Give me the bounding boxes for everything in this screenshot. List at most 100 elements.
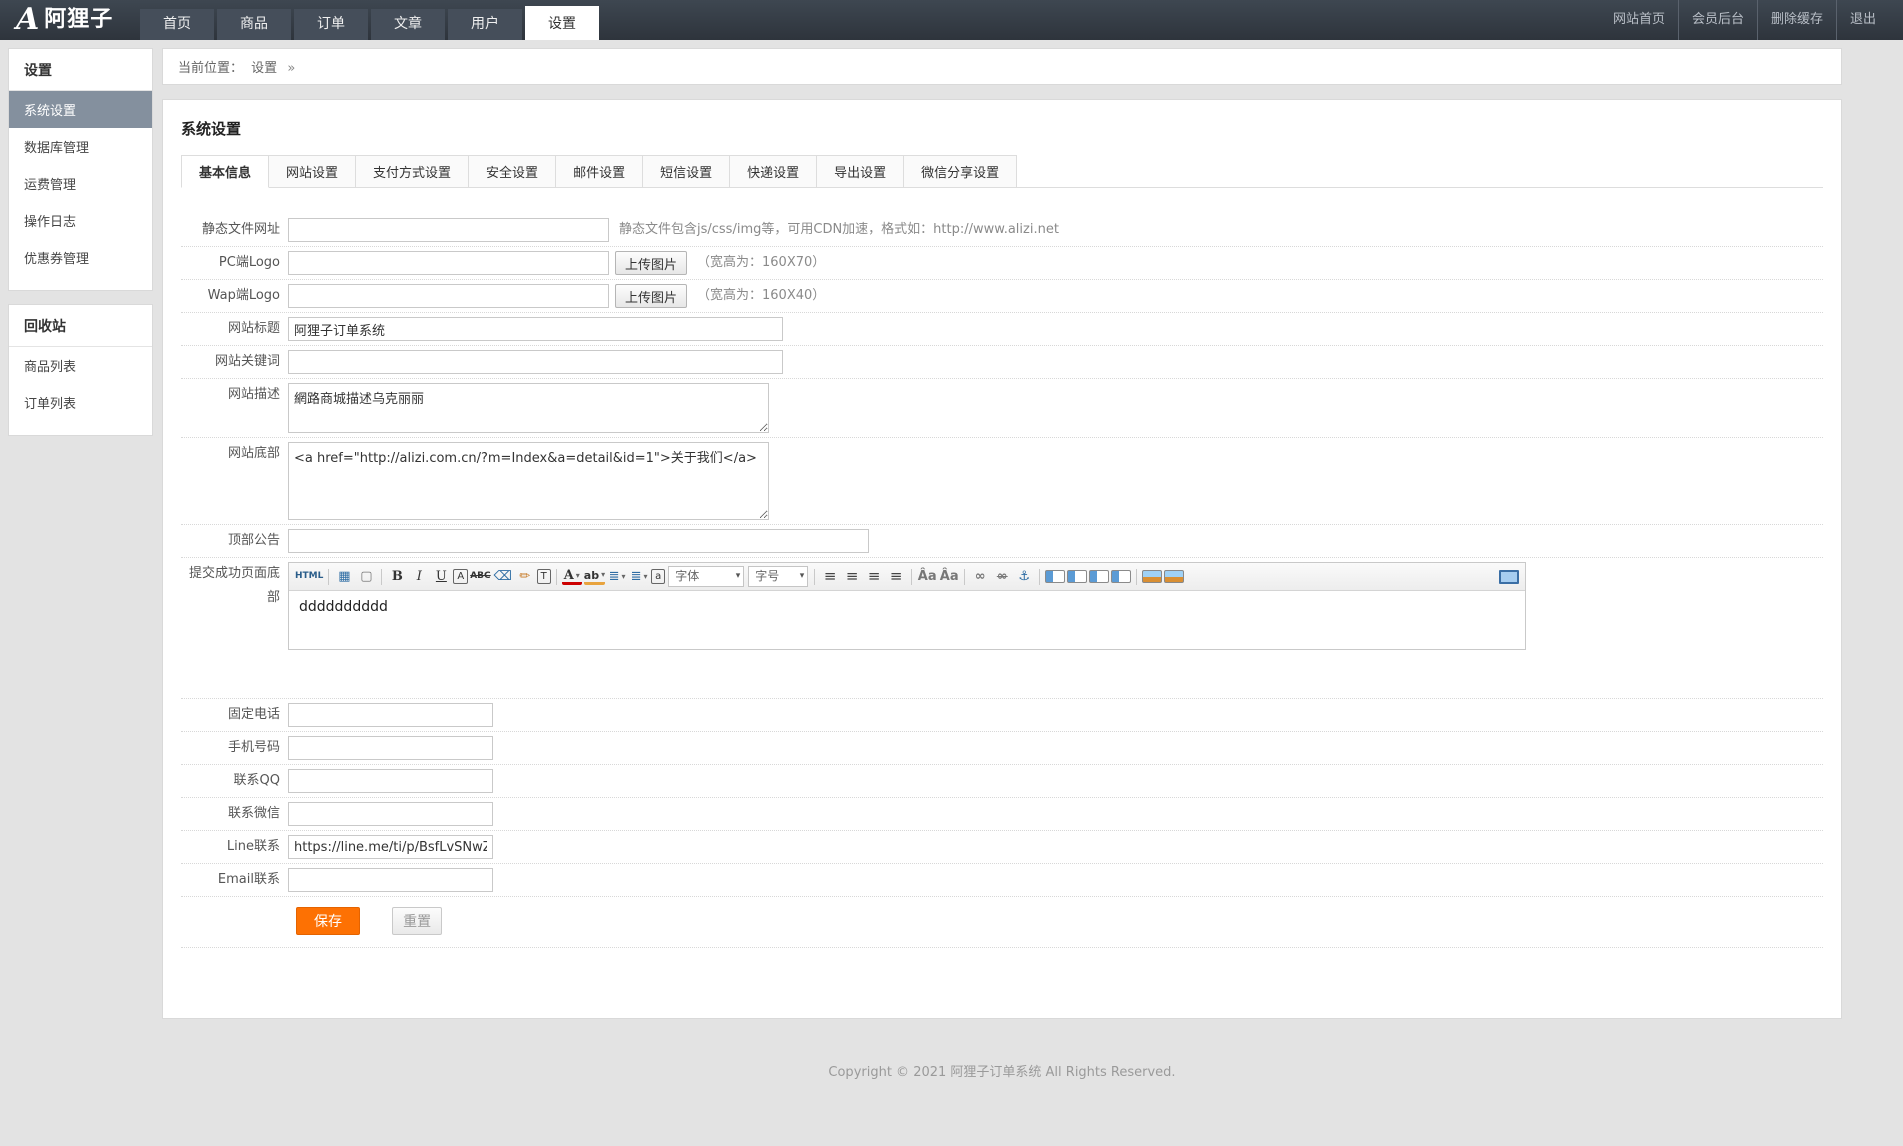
tab-sms-settings[interactable]: 短信设置 <box>643 155 730 188</box>
font-color-icon[interactable]: A▾ <box>562 568 582 585</box>
qq-field[interactable] <box>288 769 493 793</box>
sidebar-item-order-list[interactable]: 订单列表 <box>9 384 152 421</box>
phone-field[interactable] <box>288 703 493 727</box>
main-column: 当前位置： 设置 » 系统设置 基本信息网站设置支付方式设置安全设置邮件设置短信… <box>162 48 1842 1110</box>
html-source-icon[interactable]: HTML <box>295 567 323 587</box>
fullscreen-icon[interactable] <box>1499 570 1519 584</box>
wap-logo-field[interactable] <box>288 284 609 308</box>
link-member-admin[interactable]: 会员后台 <box>1678 0 1757 40</box>
image-align-right-icon[interactable] <box>1089 570 1109 583</box>
strikethrough-icon[interactable]: ABC <box>470 567 490 587</box>
sidebar-section: 回收站商品列表订单列表 <box>8 304 153 436</box>
link-logout[interactable]: 退出 <box>1836 0 1889 40</box>
app-logo[interactable]: A 阿狸子 <box>16 0 140 40</box>
sidebar-item-operation-log[interactable]: 操作日志 <box>9 202 152 239</box>
site-footer-field[interactable]: <a href="http://alizi.com.cn/?m=Index&a=… <box>288 442 769 520</box>
ordered-list-icon[interactable]: ≣▾ <box>607 567 627 587</box>
line-field[interactable] <box>288 835 493 859</box>
wechat-field[interactable] <box>288 802 493 826</box>
nav-settings[interactable]: 设置 <box>525 6 599 40</box>
align-right-icon[interactable]: ≡ <box>864 567 884 587</box>
nav-articles[interactable]: 文章 <box>371 9 445 40</box>
bold-icon[interactable]: B <box>387 567 407 587</box>
pc-logo-upload-button[interactable]: 上传图片 <box>615 251 687 275</box>
paste-text-icon[interactable]: T <box>537 569 551 584</box>
image-align-block-icon[interactable] <box>1111 570 1131 583</box>
tab-payment-settings[interactable]: 支付方式设置 <box>356 155 469 188</box>
format-brush-icon[interactable]: ✏ <box>515 567 535 587</box>
field-label: Email联系 <box>181 868 288 892</box>
link-clear-cache[interactable]: 删除缓存 <box>1757 0 1836 40</box>
eraser-icon[interactable]: ⌫ <box>493 567 513 587</box>
align-center-icon[interactable]: ≡ <box>842 567 862 587</box>
anchor-icon[interactable]: ⚓ <box>1014 567 1034 587</box>
breadcrumb-current[interactable]: 设置 <box>251 61 277 76</box>
italic-icon[interactable]: I <box>409 567 429 587</box>
mobile-field[interactable] <box>288 736 493 760</box>
font-family-select[interactable]: 字体 <box>668 566 744 587</box>
tab-site-settings[interactable]: 网站设置 <box>269 155 356 188</box>
font-size-select[interactable]: 字号 <box>748 566 808 587</box>
align-left-icon[interactable]: ≡ <box>820 567 840 587</box>
page-body: 设置系统设置数据库管理运费管理操作日志优惠券管理回收站商品列表订单列表 当前位置… <box>0 40 1903 1110</box>
preview-icon[interactable]: ▦ <box>334 567 354 587</box>
sidebar-item-database[interactable]: 数据库管理 <box>9 128 152 165</box>
nav-users[interactable]: 用户 <box>448 9 522 40</box>
image-align-left-icon[interactable] <box>1045 570 1065 583</box>
form-row: 静态文件网址 静态文件包含js/css/img等，可用CDN加速，格式如：htt… <box>181 214 1823 247</box>
sidebar-section: 设置系统设置数据库管理运费管理操作日志优惠券管理 <box>8 48 153 291</box>
email-field[interactable] <box>288 868 493 892</box>
sidebar-item-freight[interactable]: 运费管理 <box>9 165 152 202</box>
site-keywords-field[interactable] <box>288 350 783 374</box>
field-label: 固定电话 <box>181 703 288 727</box>
tab-security-settings[interactable]: 安全设置 <box>469 155 556 188</box>
page-footer: Copyright © 2021 阿狸子订单系统 All Rights Rese… <box>162 1019 1842 1110</box>
insert-image-icon[interactable] <box>1142 570 1162 583</box>
underline-icon[interactable]: U <box>431 567 451 587</box>
contact-rows: 固定电话手机号码联系QQ联系微信Line联系Email联系 <box>181 699 1823 897</box>
unlink-icon[interactable]: ∞ <box>992 567 1012 587</box>
field-label: PC端Logo <box>181 251 288 275</box>
field-label: 提交成功页面底部 <box>181 562 288 610</box>
image-align-inline-icon[interactable] <box>1067 570 1087 583</box>
nav-goods[interactable]: 商品 <box>217 9 291 40</box>
unordered-list-icon[interactable]: ≣▾ <box>629 567 649 587</box>
nav-home[interactable]: 首页 <box>140 9 214 40</box>
new-document-icon[interactable]: ▢ <box>356 567 376 587</box>
breadcrumb-prefix: 当前位置： <box>178 61 243 76</box>
pc-logo-field[interactable] <box>288 251 609 275</box>
top-notice-field[interactable] <box>288 529 869 553</box>
form-row: 手机号码 <box>181 732 1823 765</box>
sidebar-section-title: 回收站 <box>9 305 152 347</box>
toolbar-separator <box>964 569 965 585</box>
wap-logo-upload-button[interactable]: 上传图片 <box>615 284 687 308</box>
highlight-icon[interactable]: ab▾ <box>584 568 605 585</box>
lowercase-icon[interactable]: Âa <box>939 567 959 587</box>
tab-wechat-share-settings[interactable]: 微信分享设置 <box>904 155 1017 188</box>
site-description-field[interactable]: 網路商城描述乌克丽丽 <box>288 383 769 433</box>
tab-export-settings[interactable]: 导出设置 <box>817 155 904 188</box>
toolbar-separator <box>1136 569 1137 585</box>
uppercase-icon[interactable]: Âa <box>917 567 937 587</box>
editor-content[interactable]: dddddddddd <box>289 591 1525 649</box>
breadcrumb: 当前位置： 设置 » <box>162 48 1842 85</box>
save-button[interactable]: 保存 <box>296 907 360 935</box>
sidebar-item-coupons[interactable]: 优惠券管理 <box>9 239 152 276</box>
sidebar-item-system-settings[interactable]: 系统设置 <box>9 91 152 128</box>
field-label: Line联系 <box>181 835 288 859</box>
align-justify-icon[interactable]: ≡ <box>886 567 906 587</box>
tab-express-settings[interactable]: 快递设置 <box>730 155 817 188</box>
link-site-home[interactable]: 网站首页 <box>1600 0 1678 40</box>
sidebar-item-goods-list[interactable]: 商品列表 <box>9 347 152 384</box>
link-icon[interactable]: ∞ <box>970 567 990 587</box>
tab-mail-settings[interactable]: 邮件设置 <box>556 155 643 188</box>
multi-image-icon[interactable] <box>1164 570 1184 583</box>
rich-text-editor: HTML▦▢BIUAABC⌫✏TA▾ab▾≣▾≣▾a字体字号≡≡≡≡ÂaÂa∞∞… <box>288 562 1526 650</box>
link-style-icon[interactable]: a <box>651 569 665 584</box>
tab-basic-info[interactable]: 基本信息 <box>181 155 269 188</box>
reset-button[interactable]: 重置 <box>392 907 442 935</box>
nav-orders[interactable]: 订单 <box>294 9 368 40</box>
static-url-field[interactable] <box>288 218 609 242</box>
site-title-field[interactable] <box>288 317 783 341</box>
font-border-icon[interactable]: A <box>453 569 468 584</box>
